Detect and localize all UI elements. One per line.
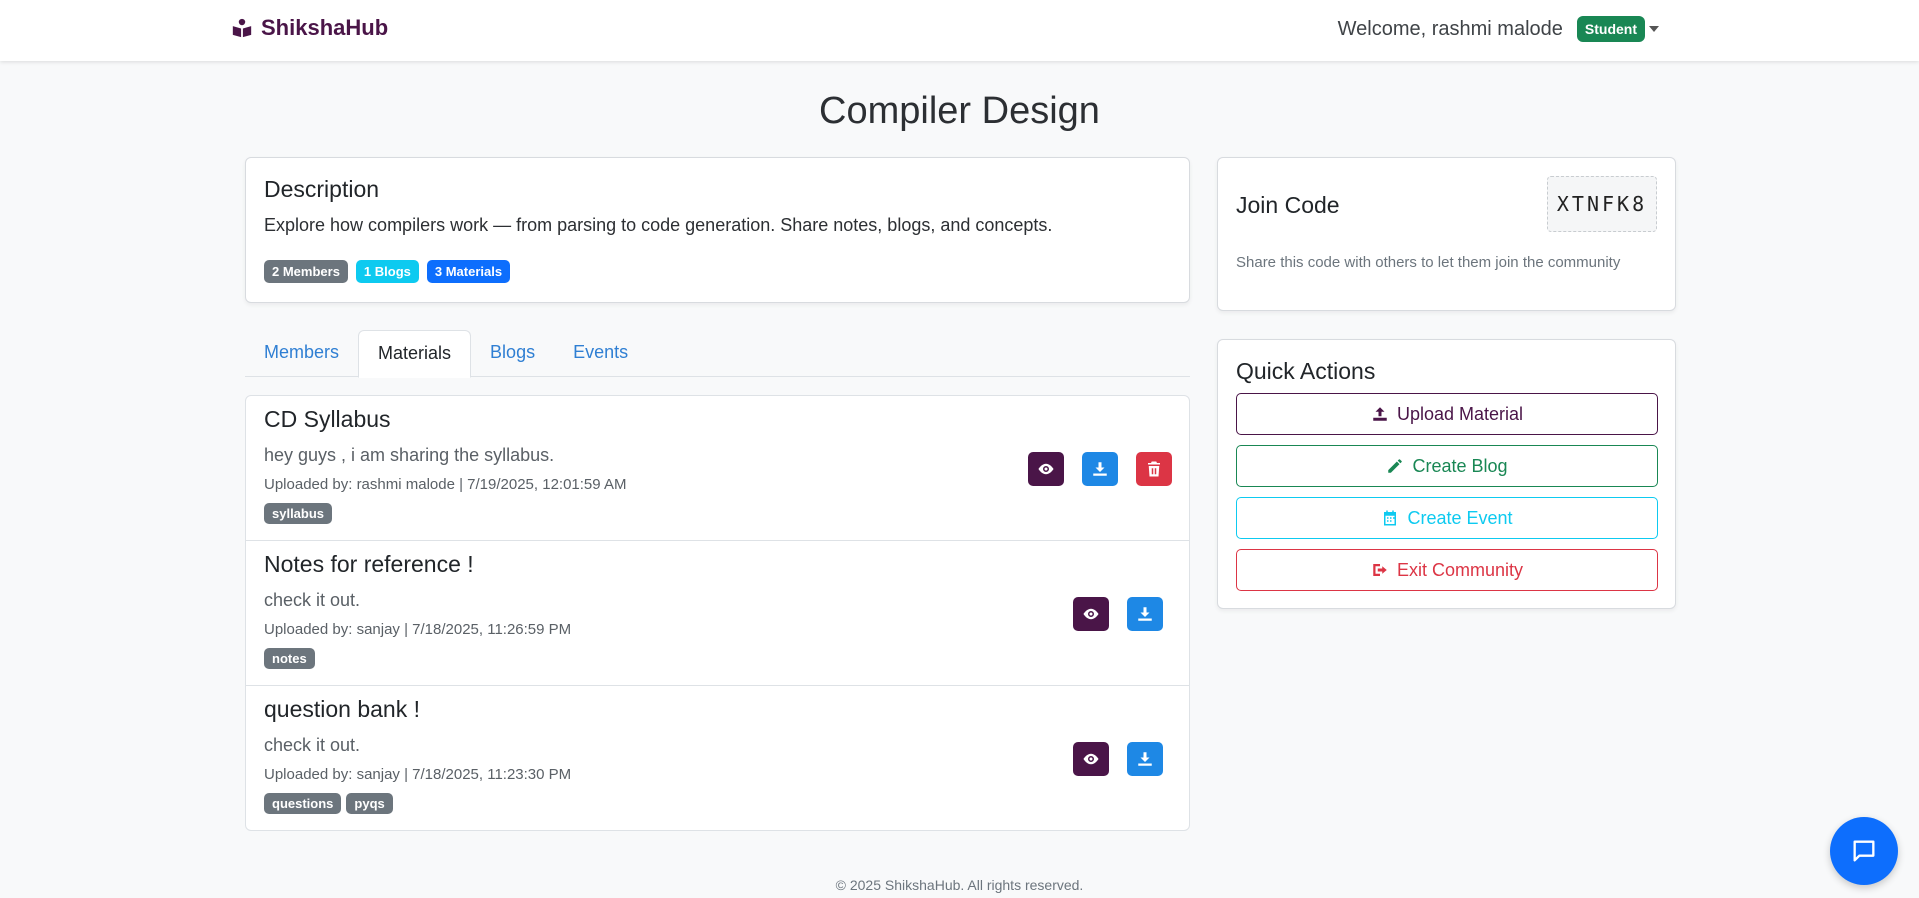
tag-badge: syllabus	[264, 503, 333, 524]
chat-icon	[1853, 840, 1875, 862]
join-code-heading: Join Code	[1236, 192, 1340, 218]
create-event-label: Create Event	[1407, 507, 1513, 528]
exit-community-label: Exit Community	[1396, 559, 1524, 580]
eye-icon	[1083, 753, 1099, 765]
blogs-count-badge: 1 Blogs	[355, 260, 419, 283]
pencil-icon	[1388, 459, 1403, 473]
chat-button[interactable]	[1830, 817, 1898, 885]
view-button[interactable]	[1028, 452, 1064, 486]
upload-icon	[1373, 407, 1387, 421]
tab-materials[interactable]: Materials	[358, 330, 472, 378]
tab-members[interactable]: Members	[245, 330, 358, 377]
material-actions	[1073, 597, 1163, 631]
create-event-button[interactable]: Create Event	[1236, 497, 1658, 539]
download-icon	[1138, 752, 1152, 766]
tag-badge: notes	[264, 648, 315, 669]
page-title: Compiler Design	[819, 90, 1100, 132]
list-item: Notes for reference ! check it out. Uplo…	[246, 541, 1189, 686]
material-tags: notes	[264, 648, 1171, 669]
stat-badges: 2 Members 1 Blogs 3 Materials	[264, 260, 1171, 283]
material-tags: questions pyqs	[264, 793, 1171, 814]
chevron-down-icon[interactable]	[1649, 26, 1659, 32]
download-icon	[1093, 462, 1107, 476]
eye-icon	[1083, 608, 1099, 620]
tab-blogs[interactable]: Blogs	[471, 330, 554, 377]
tab-events[interactable]: Events	[554, 330, 647, 377]
community-tabs: Members Materials Blogs Events	[245, 330, 1190, 378]
download-icon	[1138, 607, 1152, 621]
tag-badge: questions	[264, 793, 342, 814]
footer-copyright: © 2025 ShikshaHub. All rights reserved.	[835, 877, 1084, 893]
create-blog-label: Create Blog	[1412, 455, 1508, 476]
description-text: Explore how compilers work — from parsin…	[264, 215, 1053, 235]
sign-out-icon	[1373, 564, 1387, 576]
quick-actions-heading: Quick Actions	[1236, 358, 1376, 384]
upload-material-button[interactable]: Upload Material	[1236, 393, 1658, 435]
role-badge: Student	[1576, 16, 1645, 42]
list-item: CD Syllabus hey guys , i am sharing the …	[246, 396, 1189, 541]
download-button[interactable]	[1082, 452, 1118, 486]
exit-community-button[interactable]: Exit Community	[1236, 549, 1658, 591]
download-button[interactable]	[1127, 742, 1163, 776]
material-tags: syllabus	[264, 503, 1171, 524]
material-description: check it out.	[264, 735, 361, 755]
brand-link[interactable]: ShikshaHub	[231, 15, 388, 41]
user-menu[interactable]: Welcome, rashmi malode Student	[1338, 16, 1659, 42]
quick-actions-card: Quick Actions Upload Material Create Blo…	[1217, 339, 1676, 609]
members-count-badge: 2 Members	[264, 260, 348, 283]
top-navbar: ShikshaHub Welcome, rashmi malode Studen…	[0, 0, 1919, 61]
material-meta: Uploaded by: sanjay | 7/18/2025, 11:26:5…	[264, 621, 572, 638]
material-title: CD Syllabus	[264, 406, 391, 432]
material-description: check it out.	[264, 590, 361, 610]
welcome-text: Welcome, rashmi malode	[1337, 17, 1563, 40]
view-button[interactable]	[1073, 742, 1109, 776]
material-title: question bank !	[264, 696, 421, 722]
list-item: question bank ! check it out. Uploaded b…	[246, 686, 1189, 831]
calendar-icon	[1384, 510, 1397, 526]
download-button[interactable]	[1127, 597, 1163, 631]
tag-badge: pyqs	[346, 793, 393, 814]
join-code-value[interactable]: XTNFK8	[1547, 176, 1657, 232]
join-code-note: Share this code with others to let them …	[1236, 254, 1621, 271]
create-blog-button[interactable]: Create Blog	[1236, 445, 1658, 487]
brand-name: ShikshaHub	[261, 15, 389, 40]
description-card: Description Explore how compilers work —…	[245, 157, 1190, 303]
description-heading: Description	[264, 176, 380, 202]
material-actions	[1073, 742, 1163, 776]
upload-material-label: Upload Material	[1396, 403, 1524, 424]
material-actions	[1028, 452, 1172, 486]
book-reader-icon	[232, 18, 252, 38]
join-code-card: Join Code XTNFK8 Share this code with ot…	[1217, 157, 1676, 311]
delete-button[interactable]	[1136, 452, 1172, 486]
trash-icon	[1148, 461, 1160, 477]
eye-icon	[1038, 463, 1054, 475]
materials-list: CD Syllabus hey guys , i am sharing the …	[245, 395, 1190, 831]
view-button[interactable]	[1073, 597, 1109, 631]
materials-count-badge: 3 Materials	[426, 260, 511, 283]
material-title: Notes for reference !	[264, 551, 474, 577]
material-meta: Uploaded by: sanjay | 7/18/2025, 11:23:3…	[264, 766, 572, 783]
